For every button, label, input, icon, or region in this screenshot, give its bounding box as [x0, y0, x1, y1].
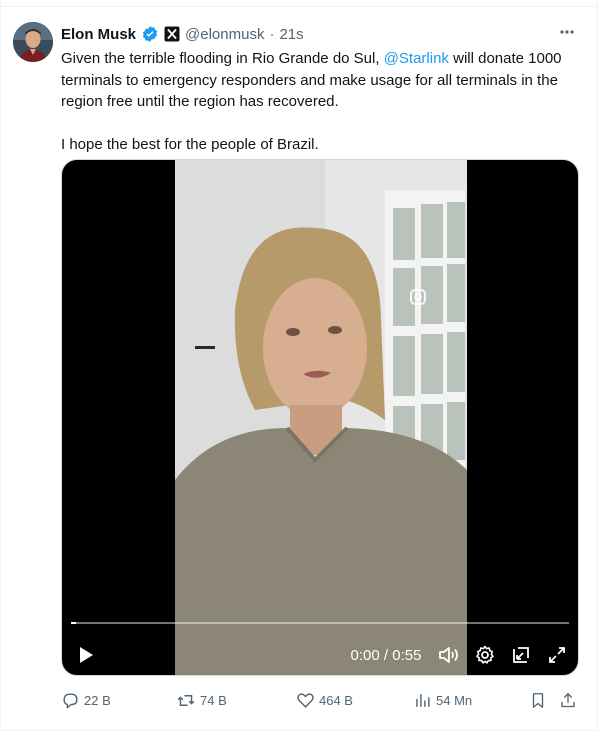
views-button[interactable]: 54 Mn — [413, 686, 472, 714]
pip-icon[interactable] — [508, 636, 534, 674]
mention-link[interactable]: @Starlink — [384, 50, 449, 67]
fullscreen-icon[interactable] — [544, 636, 570, 674]
share-button[interactable] — [559, 686, 577, 714]
reply-button[interactable]: 22 B — [61, 686, 111, 714]
more-options-icon[interactable] — [557, 22, 577, 42]
video-time-readout: 0:00 / 0:55 — [350, 646, 422, 664]
author-name[interactable]: Elon Musk — [61, 26, 136, 43]
settings-gear-icon[interactable] — [472, 636, 498, 674]
separator-dot: · — [269, 25, 275, 43]
video-controls: 0:00 / 0:55 — [62, 636, 578, 675]
views-chart-icon — [413, 691, 432, 710]
video-scrubber[interactable] — [71, 622, 569, 624]
bookmark-icon — [529, 691, 547, 710]
x-affiliate-icon[interactable] — [164, 26, 180, 42]
tweet-header: Elon Musk @elonmusk · 21s — [61, 24, 304, 44]
author-handle[interactable]: @elonmusk — [185, 26, 264, 43]
divider — [1, 6, 598, 7]
heart-icon — [296, 691, 315, 710]
repost-count: 74 B — [200, 692, 227, 708]
like-count: 464 B — [319, 692, 353, 708]
avatar-image — [13, 22, 53, 62]
play-icon[interactable] — [74, 636, 98, 674]
reply-count: 22 B — [84, 692, 111, 708]
like-button[interactable]: 464 B — [296, 686, 353, 714]
video-progress — [71, 622, 76, 624]
video-frame — [175, 160, 467, 675]
tweet-paragraph-2: I hope the best for the people of Brazil… — [61, 135, 319, 153]
reply-icon — [61, 691, 80, 710]
tweet-paragraph-1: Given the terrible flooding in Rio Grand… — [61, 48, 581, 113]
tweet-text-segment: Given the terrible flooding in Rio Grand… — [61, 50, 384, 67]
repost-button[interactable]: 74 B — [176, 686, 227, 714]
share-icon — [559, 691, 577, 710]
views-count: 54 Mn — [436, 692, 473, 708]
volume-icon[interactable] — [436, 636, 462, 674]
avatar[interactable] — [13, 22, 53, 62]
tweet-card[interactable]: Elon Musk @elonmusk · 21s Given the terr… — [0, 0, 598, 731]
repost-icon — [176, 691, 196, 710]
video-player[interactable]: 0:00 / 0:55 — [61, 159, 579, 676]
tweet-text: Given the terrible flooding in Rio Grand… — [61, 48, 581, 155]
bookmark-button[interactable] — [529, 686, 547, 714]
tweet-action-bar: 22 B 74 B 464 B 54 Mn — [61, 686, 581, 714]
verified-badge-icon — [141, 25, 159, 43]
timestamp[interactable]: 21s — [279, 26, 303, 43]
